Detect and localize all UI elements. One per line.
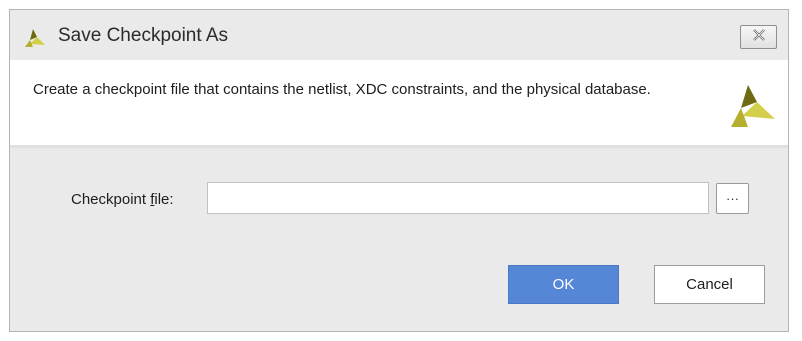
checkpoint-file-input[interactable]	[207, 182, 709, 214]
close-button[interactable]	[740, 25, 777, 49]
checkpoint-label-suffix: ile:	[154, 191, 174, 208]
save-checkpoint-dialog: Save Checkpoint As Create a checkpoint f…	[9, 9, 789, 332]
vivado-logo-icon	[24, 28, 46, 48]
cancel-button[interactable]: Cancel	[654, 265, 765, 304]
browse-button[interactable]: ···	[716, 183, 749, 214]
close-icon	[752, 28, 766, 46]
checkpoint-file-label: Checkpoint file:	[71, 190, 174, 210]
window-title: Save Checkpoint As	[58, 25, 229, 46]
ok-button[interactable]: OK	[508, 265, 619, 304]
dialog-description: Create a checkpoint file that contains t…	[33, 81, 651, 98]
checkpoint-label-prefix: Checkpoint	[71, 191, 151, 208]
title-bar: Save Checkpoint As	[10, 10, 788, 59]
vivado-logo-icon	[728, 81, 778, 131]
description-banner: Create a checkpoint file that contains t…	[10, 60, 788, 148]
